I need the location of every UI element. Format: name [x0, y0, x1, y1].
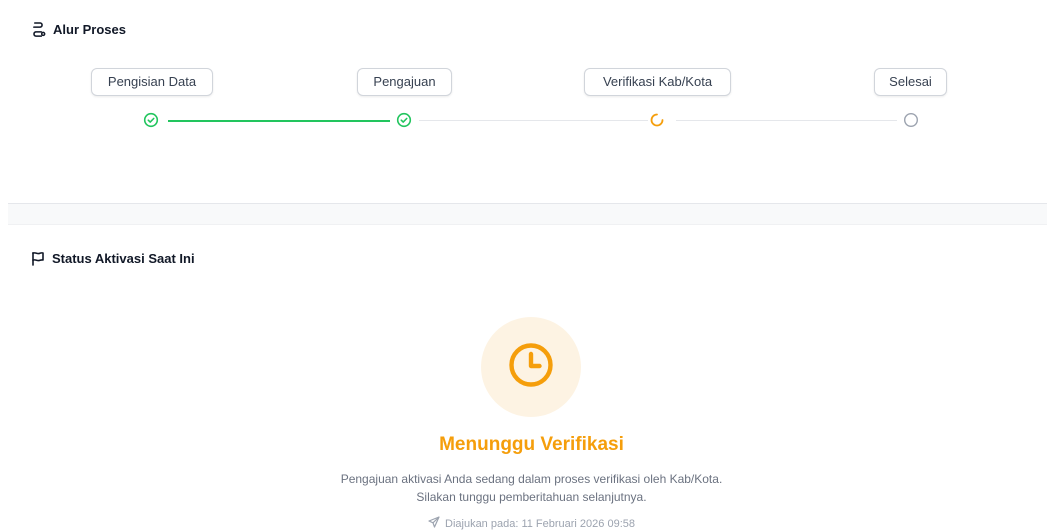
status-icon-circle: [481, 317, 581, 417]
status-description-line-1: Pengajuan aktivasi Anda sedang dalam pro…: [340, 472, 723, 486]
step-label-selesai: Selesai: [874, 68, 947, 96]
check-circle-icon: [396, 112, 412, 128]
process-header: Alur Proses: [31, 22, 126, 37]
clock-icon: [506, 340, 556, 395]
status-description: Pengajuan aktivasi Anda sedang dalam pro…: [0, 470, 1047, 506]
pending-circle-icon: [903, 112, 919, 128]
step-label-pengisian-data: Pengisian Data: [91, 68, 213, 96]
status-section-title: Status Aktivasi Saat Ini: [52, 251, 195, 266]
step-label-verifikasi: Verifikasi Kab/Kota: [584, 68, 731, 96]
send-icon: [428, 516, 440, 531]
status-description-line-2: Silakan tunggu pemberitahuan selanjutnya…: [416, 490, 647, 504]
step-connector-3: [676, 120, 897, 121]
step-connector-2: [419, 120, 648, 121]
step-connector-1: [168, 120, 390, 122]
route-icon: [31, 22, 46, 37]
flag-icon: [31, 251, 45, 266]
check-circle-icon: [143, 112, 159, 128]
status-header: Status Aktivasi Saat Ini: [31, 251, 195, 266]
submitted-info: Diajukan pada: 11 Februari 2026 09:58: [0, 516, 1047, 531]
process-card: [8, 0, 1047, 204]
loading-spinner-icon: [649, 112, 665, 128]
step-label-pengajuan: Pengajuan: [357, 68, 452, 96]
status-heading: Menunggu Verifikasi: [439, 434, 624, 455]
process-title: Alur Proses: [53, 22, 126, 37]
section-divider: [8, 204, 1047, 225]
